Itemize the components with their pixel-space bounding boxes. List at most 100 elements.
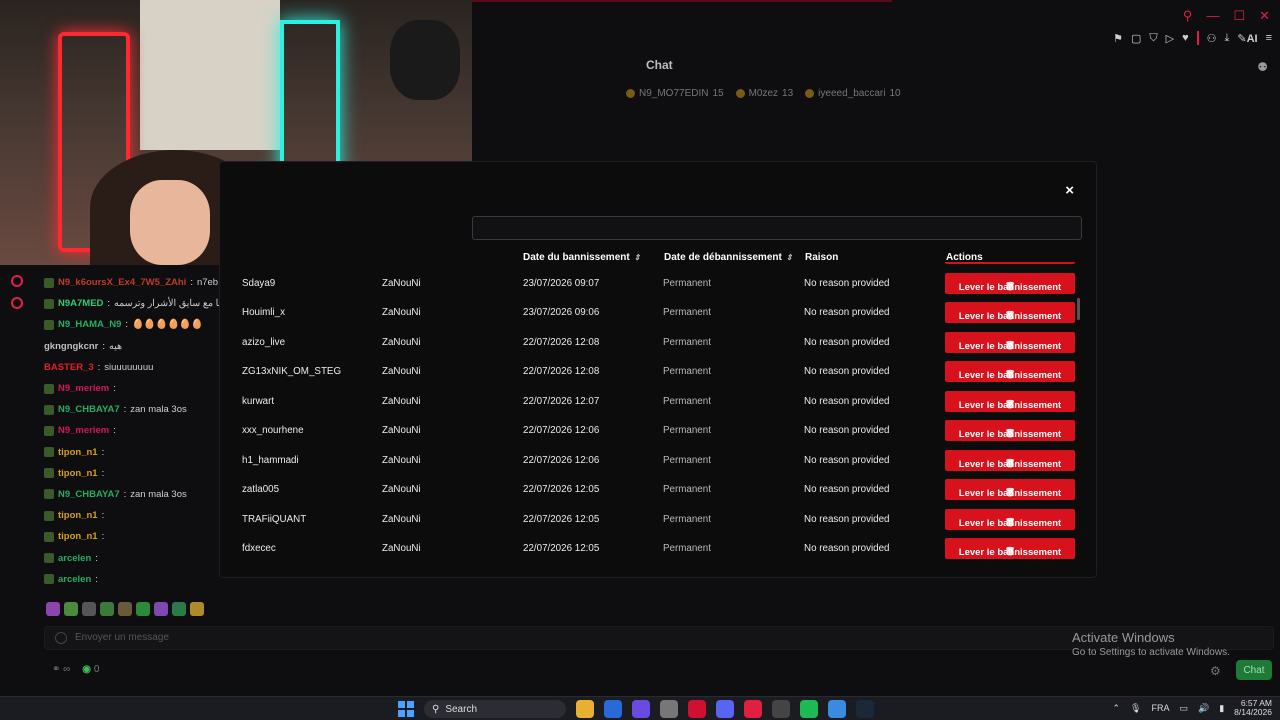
- banned-by: ZaNouNi: [382, 484, 421, 495]
- emote-icon[interactable]: [82, 602, 96, 616]
- app-icon[interactable]: [772, 700, 790, 718]
- activate-windows-watermark: Activate Windows Go to Settings to activ…: [1072, 630, 1230, 658]
- opera-gx-icon[interactable]: [688, 700, 706, 718]
- banned-username[interactable]: zatla005: [242, 484, 279, 495]
- points-display[interactable]: ◉ 0: [82, 664, 99, 675]
- ban-search-input[interactable]: [472, 216, 1082, 240]
- search-window-icon[interactable]: ⚲: [1183, 8, 1193, 24]
- banned-users-modal: × Date du bannissement ⇕ Date de débannis…: [219, 161, 1097, 578]
- unban-button[interactable]: 🗑Lever le bannissement: [945, 538, 1075, 559]
- unban-button[interactable]: 🗑Lever le bannissement: [945, 272, 1075, 294]
- search-icon: ⚲: [432, 703, 440, 715]
- emote-icon[interactable]: [46, 602, 60, 616]
- banned-username[interactable]: fdxecec: [242, 543, 276, 554]
- sort-icon: ⇕: [785, 252, 793, 262]
- unban-button[interactable]: 🗑Lever le bannissement: [945, 361, 1075, 382]
- emote-icon[interactable]: [100, 602, 114, 616]
- emote-icon[interactable]: [190, 602, 204, 616]
- language-indicator[interactable]: FRA: [1151, 703, 1169, 713]
- ban-date: 23/07/2026 09:06: [523, 307, 600, 318]
- unban-button[interactable]: 🗑Lever le bannissement: [945, 479, 1075, 500]
- activate-subtitle: Go to Settings to activate Windows.: [1072, 647, 1230, 658]
- mod-tools-icon[interactable]: ⚭ ∞: [52, 664, 70, 675]
- unban-button[interactable]: 🗑Lever le bannissement: [945, 508, 1075, 530]
- mic-icon[interactable]: 🎙: [1130, 703, 1141, 714]
- banned-username[interactable]: Sdaya9: [242, 278, 275, 289]
- banned-username[interactable]: xxx_nourhene: [242, 425, 304, 436]
- discord-icon[interactable]: [716, 700, 734, 718]
- banned-username[interactable]: Houimli_x: [242, 307, 285, 318]
- copilot-icon[interactable]: [632, 700, 650, 718]
- banned-username[interactable]: TRAFiiQUANT: [242, 514, 306, 525]
- pin-icon[interactable]: ⚑: [1113, 32, 1123, 45]
- ban-reason: No reason provided: [804, 454, 890, 466]
- chevron-up-icon[interactable]: ⌃: [1113, 703, 1121, 714]
- maximize-button[interactable]: ☐: [1233, 8, 1245, 24]
- activity-icon[interactable]: [11, 275, 23, 287]
- minimize-button[interactable]: —: [1206, 8, 1219, 24]
- app-icon[interactable]: [744, 700, 762, 718]
- play-icon[interactable]: ▷: [1166, 32, 1174, 45]
- ban-date: 22/07/2026 12:05: [523, 513, 600, 525]
- badge-icon: [44, 468, 54, 479]
- leaderboard-item[interactable]: N9_MO77EDIN 15: [626, 88, 724, 99]
- emote-icon[interactable]: [64, 602, 78, 616]
- unban-button[interactable]: 🗑Lever le bannissement: [945, 262, 1075, 264]
- crop-icon[interactable]: ▢: [1131, 32, 1141, 45]
- close-modal-button[interactable]: ×: [1065, 182, 1074, 199]
- table-row: Sdaya9 ZaNouNi 23/07/2026 09:07 Permanent No…: [220, 269, 1096, 299]
- table-body: fdhi08ZaNouNi24/07/2026 23:07PermanentNo…: [220, 262, 1096, 566]
- close-window-button[interactable]: ✕: [1259, 8, 1270, 24]
- unban-date: Permanent: [663, 336, 711, 348]
- ai-button[interactable]: ✎AI: [1237, 32, 1257, 45]
- banned-by: ZaNouNi: [382, 454, 421, 466]
- taskbar-search[interactable]: ⚲ Search: [424, 700, 566, 718]
- emote-icon[interactable]: [136, 602, 150, 616]
- leaderboard-item[interactable]: M0zez 13: [735, 88, 793, 99]
- shield-icon[interactable]: ⛉: [1149, 32, 1157, 45]
- banned-username[interactable]: ZG13xNIK_OM_STEG: [242, 366, 341, 377]
- unban-button[interactable]: 🗑Lever le bannissement: [945, 420, 1075, 441]
- spotify-icon[interactable]: [800, 700, 818, 718]
- file-explorer-icon[interactable]: [576, 700, 594, 718]
- banned-username[interactable]: azizo_live: [242, 337, 285, 348]
- unban-label: Lever le bannissement: [958, 281, 1062, 293]
- unban-button[interactable]: 🗑Lever le bannissement: [945, 449, 1075, 471]
- steam-icon[interactable]: [856, 700, 874, 718]
- ban-reason: No reason provided: [804, 513, 890, 525]
- volume-icon[interactable]: 🔊: [1198, 703, 1209, 714]
- user-icon[interactable]: ⚇: [1207, 32, 1217, 45]
- network-icon[interactable]: ▭: [1179, 703, 1188, 714]
- leaderboard-item[interactable]: iyeeed_baccari 10: [805, 88, 901, 99]
- badge-icon: [44, 574, 54, 585]
- unban-button[interactable]: 🗑Lever le bannissement: [945, 302, 1075, 323]
- chat-settings-icon[interactable]: ⚙: [1210, 664, 1221, 678]
- calculator-icon[interactable]: [660, 700, 678, 718]
- badge-icon: [44, 277, 54, 288]
- menu-icon[interactable]: ≡: [1266, 32, 1272, 44]
- scrollbar-thumb[interactable]: [1077, 298, 1080, 320]
- emote-icon[interactable]: [118, 602, 132, 616]
- clock[interactable]: 6:57 AM 8/14/2026: [1234, 698, 1272, 718]
- send-chat-button[interactable]: Chat: [1236, 660, 1272, 680]
- settings-icon[interactable]: [11, 297, 23, 309]
- windows-start-icon[interactable]: [398, 701, 414, 717]
- unban-button[interactable]: 🗑Lever le bannissement: [945, 390, 1075, 412]
- unban-date: Permanent: [663, 307, 711, 318]
- users-icon[interactable]: ⚉: [1257, 60, 1268, 74]
- emote-icon[interactable]: [154, 602, 168, 616]
- store-icon[interactable]: [604, 700, 622, 718]
- unban-date: Permanent: [663, 395, 711, 407]
- chat-message: tipon_n1:: [44, 442, 224, 463]
- banned-username[interactable]: kurwart: [242, 396, 274, 407]
- badge-icon: [44, 425, 54, 436]
- emote-icon[interactable]: [172, 602, 186, 616]
- banned-username[interactable]: h1_hammadi: [242, 455, 299, 466]
- heart-icon[interactable]: ♥: [1182, 32, 1189, 44]
- download-icon[interactable]: ⤓: [1224, 32, 1229, 45]
- chrome-icon[interactable]: [828, 700, 846, 718]
- table-rows: fdhi08ZaNouNi24/07/2026 23:07PermanentNo…: [220, 262, 1096, 564]
- battery-icon[interactable]: ▮: [1219, 703, 1224, 714]
- emoji-icon[interactable]: [55, 632, 67, 644]
- unban-button[interactable]: 🗑Lever le bannissement: [945, 331, 1075, 353]
